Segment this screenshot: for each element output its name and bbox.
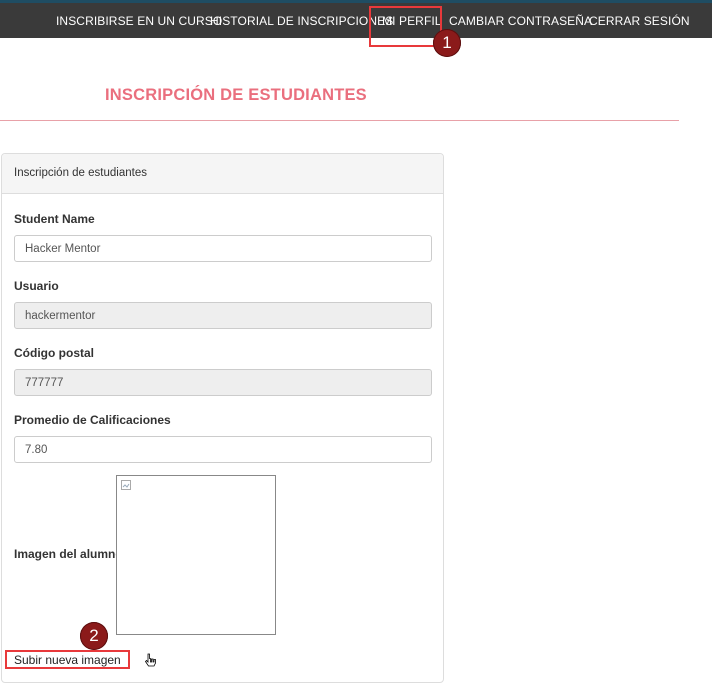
step-badge-2: 2 <box>80 622 108 650</box>
page-title: INSCRIPCIÓN DE ESTUDIANTES <box>105 86 367 104</box>
imagen-label: Imagen del alumno <box>14 547 123 561</box>
student-image <box>116 475 276 635</box>
mi-perfil-highlight <box>369 6 442 47</box>
nav-cerrar-sesion[interactable]: CERRAR SESIÓN <box>589 14 690 28</box>
postal-code-label: Código postal <box>14 346 94 360</box>
postal-code-input[interactable] <box>14 369 432 396</box>
top-nav-bar: INSCRIBIRSE EN UN CURSO HISTORIAL DE INS… <box>0 0 712 38</box>
title-divider <box>0 120 679 121</box>
upload-image-button[interactable]: Subir nueva imagen <box>5 650 130 669</box>
promedio-label: Promedio de Calificaciones <box>14 413 171 427</box>
step-badge-1: 1 <box>433 29 461 57</box>
usuario-input[interactable] <box>14 302 432 329</box>
broken-image-icon <box>121 480 133 492</box>
nav-cambiar-contrasena[interactable]: CAMBIAR CONTRASEÑA <box>449 14 592 28</box>
promedio-input[interactable] <box>14 436 432 463</box>
usuario-label: Usuario <box>14 279 59 293</box>
hand-cursor-icon <box>144 653 156 667</box>
panel-heading: Inscripción de estudiantes <box>2 154 443 194</box>
student-name-label: Student Name <box>14 212 95 226</box>
student-name-input[interactable] <box>14 235 432 262</box>
nav-historial[interactable]: HISTORIAL DE INSCRIPCIONES <box>210 14 393 28</box>
nav-inscribirse[interactable]: INSCRIBIRSE EN UN CURSO <box>56 14 222 28</box>
